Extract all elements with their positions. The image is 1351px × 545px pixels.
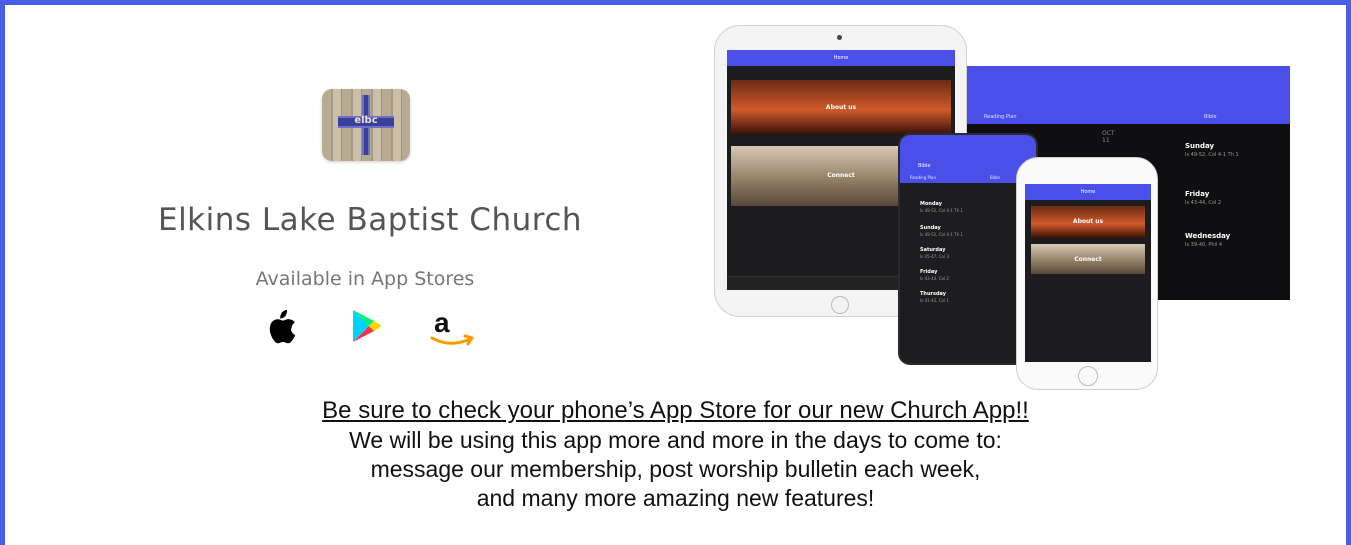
landscape-tab-bible: Bible — [1204, 114, 1217, 120]
amazon-icon[interactable]: a — [426, 307, 482, 348]
landscape-row: Sunday Is 49-52, Col 4-1 Th 1 — [1185, 142, 1239, 158]
landscape-date-month: OCT — [1102, 130, 1115, 137]
apple-icon[interactable] — [264, 308, 298, 346]
landscape-date: OCT 11 — [1102, 130, 1115, 144]
tablet-card-about: About us — [731, 80, 951, 134]
church-name: Elkins Lake Baptist Church — [157, 202, 583, 238]
list-item: Monday Is 49-52, Col 4-1 Th 1 — [920, 201, 963, 213]
logo-text: elbc — [354, 115, 378, 126]
iphone-card-connect: Connect — [1031, 244, 1145, 274]
church-logo: elbc — [322, 89, 410, 161]
iphone-appbar: Home — [1025, 184, 1151, 200]
landscape-row: Wednesday Is 39-40, Phil 4 — [1185, 232, 1231, 248]
store-icons: a — [264, 307, 494, 348]
landscape-date-day: 11 — [1102, 137, 1110, 144]
list-item: Thursday Is 41-42, Col 1 — [920, 291, 949, 303]
list-item: Friday Is 43-44, Col 2 — [920, 269, 949, 281]
iphone-mockup: Home About us Connect — [1016, 157, 1158, 390]
tablet-appbar: Home — [727, 50, 955, 66]
tablet-camera — [837, 35, 842, 40]
svg-text:a: a — [434, 308, 450, 338]
iphone-home-button — [1078, 366, 1098, 386]
message-block: Be sure to check your phone’s App Store … — [0, 396, 1351, 513]
message-line: and many more amazing new features! — [476, 485, 875, 511]
message-line: message our membership, post worship bul… — [370, 456, 981, 482]
landscape-row: Friday Is 43-44, Col 2 — [1185, 190, 1222, 206]
iphone-card-about: About us — [1031, 206, 1145, 238]
tablet-home-button — [831, 296, 849, 314]
iphone-screen: Home About us Connect — [1025, 184, 1151, 362]
message-line: We will be using this app more and more … — [349, 427, 1002, 453]
list-item: Saturday Is 45-47, Col 3 — [920, 247, 949, 259]
landscape-tab-reading-plan: Reading Plan — [984, 114, 1017, 120]
headline: Be sure to check your phone’s App Store … — [322, 397, 1029, 424]
list-item: Sunday Is 49-52, Col 4-1 Th 1 — [920, 225, 963, 237]
google-play-icon[interactable] — [350, 308, 382, 344]
app-stores-label: Available in App Stores — [255, 268, 475, 290]
